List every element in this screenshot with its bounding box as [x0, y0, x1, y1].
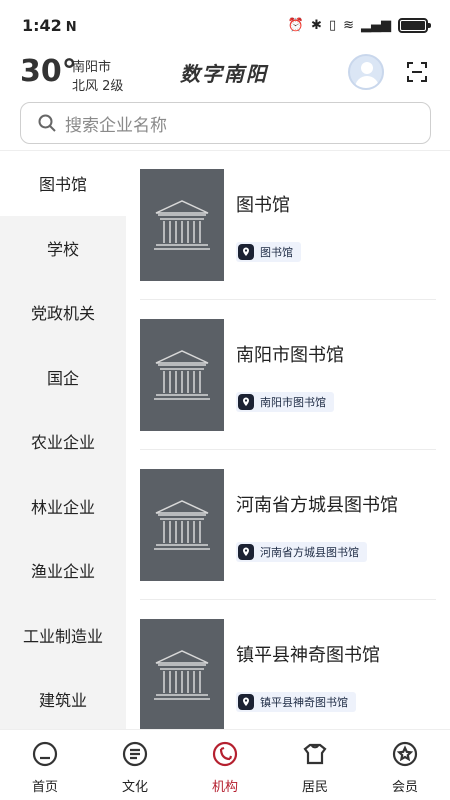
category-sidebar: 图书馆 学校 党政机关 国企 农业企业 林业企业 渔业企业 工业制造业 建筑业	[0, 151, 126, 729]
tab-member[interactable]: 会员	[360, 730, 450, 800]
building-thumbnail	[140, 469, 224, 581]
wifi-icon: ≋	[343, 17, 354, 33]
building-thumbnail	[140, 169, 224, 281]
header: 30° 南阳市 北风 2级 数字南阳	[0, 52, 450, 96]
library-building-icon	[154, 200, 210, 250]
institution-name: 河南省方城县图书馆	[236, 495, 398, 516]
tab-resident[interactable]: 居民	[270, 730, 360, 800]
sidebar-item-government[interactable]: 党政机关	[0, 280, 126, 345]
bluetooth-icon: ✱	[311, 17, 322, 33]
institution-name: 南阳市图书馆	[236, 345, 344, 366]
tab-label: 会员	[391, 780, 418, 795]
app-title: 数字南阳	[180, 62, 268, 86]
list-item[interactable]: 河南省方城县图书馆 河南省方城县图书馆	[140, 451, 436, 601]
institution-name: 图书馆	[236, 195, 290, 216]
tab-culture[interactable]: 文化	[90, 730, 180, 800]
location-pin-icon	[238, 244, 254, 260]
institution-icon	[212, 741, 238, 767]
location-pin-icon	[238, 694, 254, 710]
tab-label: 首页	[31, 780, 58, 795]
wind-info: 北风 2级	[72, 79, 124, 94]
sidebar-item-fishery[interactable]: 渔业企业	[0, 538, 126, 603]
institution-name: 镇平县神奇图书馆	[236, 645, 380, 666]
avatar[interactable]	[348, 54, 384, 90]
sidebar-item-manufacturing[interactable]: 工业制造业	[0, 603, 126, 668]
member-icon	[392, 741, 418, 767]
tab-label: 居民	[301, 780, 328, 795]
building-thumbnail	[140, 319, 224, 431]
status-bar: 1:42 N ⏰ ✱ ▯ ≋ ▂▄▆	[0, 0, 450, 50]
location-tag: 河南省方城县图书馆	[236, 542, 367, 562]
resident-icon	[303, 743, 327, 765]
sidebar-item-construction[interactable]: 建筑业	[0, 667, 126, 729]
tab-label: 机构	[211, 780, 238, 795]
location-tag: 图书馆	[236, 242, 301, 262]
scan-icon[interactable]	[406, 61, 428, 83]
tab-home[interactable]: 首页	[0, 730, 90, 800]
nfc-icon: N	[65, 19, 77, 35]
sidebar-item-school[interactable]: 学校	[0, 216, 126, 281]
signal-icon: ▂▄▆	[361, 17, 391, 33]
location-pin-icon	[238, 394, 254, 410]
library-building-icon	[154, 500, 210, 550]
location-tag: 南阳市图书馆	[236, 392, 334, 412]
city-name: 南阳市	[72, 60, 112, 75]
building-thumbnail	[140, 619, 224, 729]
bottom-tab-bar: 首页 文化 机构 居民 会员	[0, 729, 450, 800]
list-item[interactable]: 图书馆 图书馆	[140, 151, 436, 301]
search-placeholder: 搜索企业名称	[65, 115, 167, 136]
temperature: 30°	[20, 54, 77, 89]
sidebar-item-agriculture[interactable]: 农业企业	[0, 409, 126, 474]
sidebar-item-state-enterprise[interactable]: 国企	[0, 345, 126, 410]
search-input[interactable]: 搜索企业名称	[20, 102, 431, 144]
status-icons: ⏰ ✱ ▯ ≋ ▂▄▆	[287, 17, 431, 33]
tab-label: 文化	[121, 780, 148, 795]
location-pin-icon	[238, 544, 254, 560]
vibrate-icon: ▯	[328, 17, 337, 33]
battery-icon	[398, 17, 431, 33]
search-icon	[38, 114, 56, 132]
culture-icon	[122, 741, 148, 767]
home-icon	[32, 741, 58, 767]
sidebar-item-library[interactable]: 图书馆	[0, 151, 126, 216]
list-item[interactable]: 南阳市图书馆 南阳市图书馆	[140, 301, 436, 451]
sidebar-item-forestry[interactable]: 林业企业	[0, 474, 126, 539]
tab-institution[interactable]: 机构	[180, 730, 270, 800]
status-time: 1:42 N	[22, 15, 77, 35]
location-tag: 镇平县神奇图书馆	[236, 692, 356, 712]
institution-list: 图书馆 图书馆 南阳市图书馆 南阳市图书馆 河南省方城县图书馆 河南省方城县图书…	[126, 151, 450, 729]
list-item[interactable]: 镇平县神奇图书馆 镇平县神奇图书馆	[140, 601, 436, 729]
library-building-icon	[154, 650, 210, 700]
library-building-icon	[154, 350, 210, 400]
alarm-icon: ⏰	[287, 17, 305, 33]
